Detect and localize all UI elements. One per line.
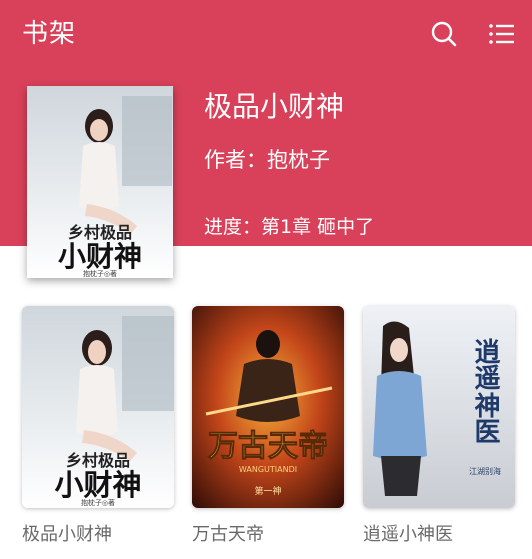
cover-author-tag: 江湖别海 xyxy=(469,466,501,476)
featured-book-title[interactable]: 极品小财神 xyxy=(204,88,344,126)
progress-chapter: 第1章 砸中了 xyxy=(261,216,375,238)
shelf-book-2[interactable]: 万古天帝 WANGUTIANDI 第一神 万古天帝 xyxy=(192,306,344,548)
cover-author-tag: 抱枕子◎著 xyxy=(81,498,115,507)
cover-main-text: 小财神 xyxy=(58,240,142,273)
book-title: 极品小财神 xyxy=(22,524,112,545)
author-label: 作者： xyxy=(204,148,267,172)
cover-main-text-1: 逍遥 xyxy=(470,338,500,391)
cover-author-tag: 抱枕子◎著 xyxy=(83,269,117,278)
cover-main-text-2: 神医 xyxy=(470,392,500,444)
search-button[interactable] xyxy=(428,18,460,50)
featured-book-cover[interactable]: 乡村极品 小财神 抱枕子◎著 xyxy=(27,86,173,278)
page-title: 书架 xyxy=(22,19,77,49)
book-title: 万古天帝 xyxy=(192,524,264,545)
author-name: 抱枕子 xyxy=(267,148,330,172)
cover-main-text: 小财神 xyxy=(54,468,141,502)
search-icon xyxy=(431,21,457,47)
book-cover: 逍遥 神医 江湖别海 xyxy=(363,306,515,508)
progress-label: 进度： xyxy=(204,216,262,238)
shelf-book-3[interactable]: 逍遥 神医 江湖别海 逍遥小神医 xyxy=(363,306,515,548)
featured-book-progress[interactable]: 进度：第1章 砸中了 xyxy=(204,213,374,241)
featured-book-author: 作者：抱枕子 xyxy=(204,145,330,175)
book-cover: 乡村极品 小财神 抱枕子◎著 xyxy=(22,306,174,508)
menu-icon xyxy=(489,24,514,44)
shelf-book-1[interactable]: 乡村极品 小财神 抱枕子◎著 极品小财神 xyxy=(22,306,174,548)
cover-author-tag: 第一神 xyxy=(254,485,281,497)
book-title: 逍遥小神医 xyxy=(363,524,453,545)
cover-pinyin: WANGUTIANDI xyxy=(239,465,297,474)
menu-button[interactable] xyxy=(486,18,518,50)
cover-main-text: 万古天帝 xyxy=(208,429,328,464)
book-cover: 万古天帝 WANGUTIANDI 第一神 xyxy=(192,306,344,508)
